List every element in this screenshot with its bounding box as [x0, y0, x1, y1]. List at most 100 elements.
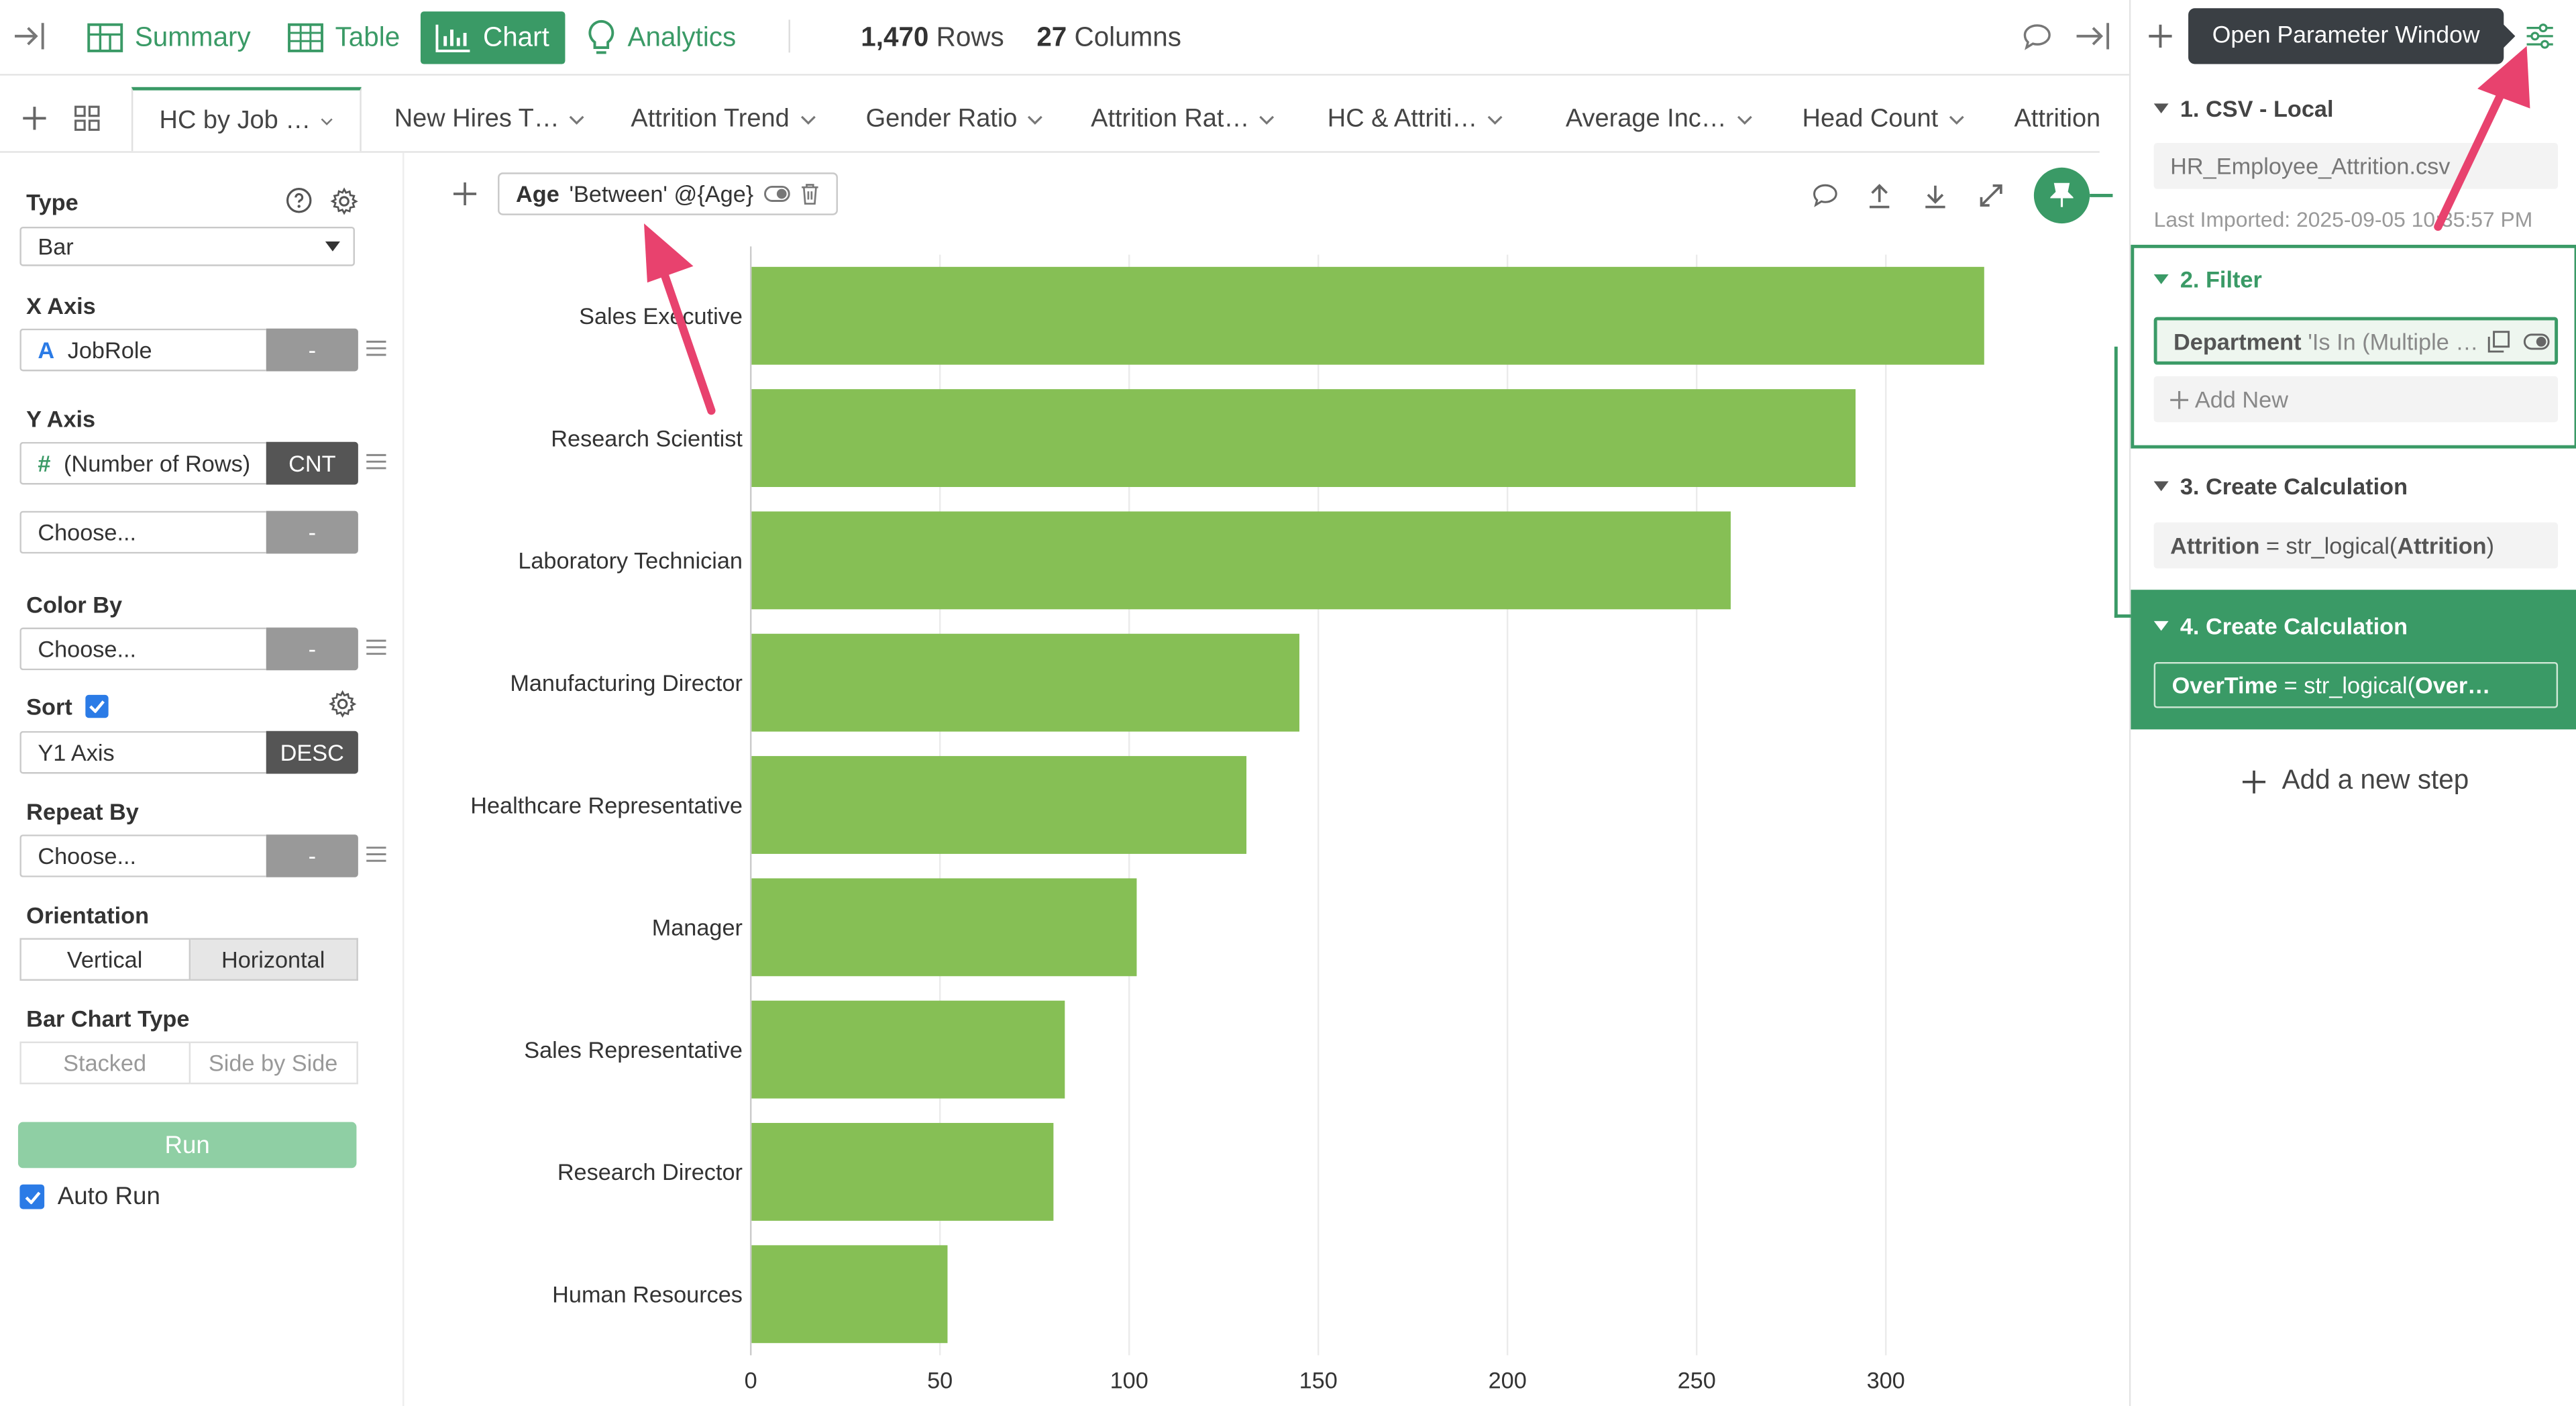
y2-axis-field[interactable]: Choose... -	[19, 510, 358, 554]
auto-run-label: Auto Run	[57, 1183, 160, 1211]
x-axis-menu-icon[interactable]	[366, 340, 386, 356]
type-settings-icon[interactable]	[330, 187, 358, 215]
sort-checkbox[interactable]	[85, 694, 109, 718]
chart-tab[interactable]: Average Inc…	[1540, 87, 1779, 152]
y-tick-label: Manufacturing Director	[510, 671, 743, 696]
step-3-header[interactable]: 3. Create Calculation	[2153, 473, 2408, 499]
x-axis-field[interactable]: A JobRole -	[19, 328, 358, 372]
chart-tab[interactable]: New Hires T…	[368, 87, 612, 152]
step-4-header[interactable]: 4. Create Calculation	[2153, 612, 2408, 639]
chart-tab[interactable]: Gender Ratio	[839, 87, 1069, 152]
y2-aggregation-button[interactable]: -	[266, 510, 358, 554]
add-tab-icon[interactable]	[21, 105, 48, 131]
chevron-down-icon[interactable]	[1027, 115, 1043, 125]
help-icon[interactable]	[286, 187, 312, 213]
run-button[interactable]: Run	[17, 1122, 357, 1169]
x-tick-label: 150	[1299, 1368, 1338, 1393]
add-new-filter-button[interactable]: Add New	[2153, 376, 2559, 423]
y2-axis-placeholder: Choose...	[38, 519, 137, 546]
toggle-visibility-icon[interactable]	[763, 185, 790, 202]
pin-connector-line	[2090, 193, 2113, 197]
y-axis-field[interactable]: # (Number of Rows) CNT	[19, 441, 358, 485]
filter-condition: 'Between' @{Age}	[569, 180, 754, 207]
sort-label: Sort	[26, 693, 72, 720]
repeat-by-menu-icon[interactable]	[366, 846, 386, 862]
collapse-caret-icon	[2153, 481, 2169, 492]
y-tick-label: Healthcare Representative	[470, 793, 743, 818]
color-by-menu-icon[interactable]	[366, 639, 386, 655]
bar	[751, 266, 1984, 365]
chevron-down-icon[interactable]	[1259, 115, 1275, 125]
chart-label: Chart	[483, 22, 549, 52]
collapse-left-icon[interactable]	[13, 21, 46, 51]
add-filter-icon[interactable]	[453, 182, 477, 206]
stacked-button[interactable]: Stacked	[19, 1041, 190, 1085]
sort-order-button[interactable]: DESC	[266, 731, 358, 774]
pin-button[interactable]	[2033, 167, 2090, 224]
bar-type-toggle: Stacked Side by Side	[19, 1041, 358, 1085]
color-by-field[interactable]: Choose... -	[19, 627, 358, 671]
orientation-horizontal-button[interactable]: Horizontal	[189, 938, 358, 981]
step-4-formula[interactable]: OverTime = str_logical(Over…	[2153, 661, 2559, 708]
step-2-header[interactable]: 2. Filter	[2153, 266, 2262, 292]
auto-run-checkbox[interactable]	[19, 1184, 45, 1209]
chart-tab[interactable]: Attrition Rat…	[1065, 87, 1302, 152]
copy-icon[interactable]	[2487, 329, 2510, 352]
y-axis-aggregation-button[interactable]: CNT	[266, 441, 358, 485]
summary-view-button[interactable]: Summary	[72, 11, 266, 64]
y-axis-menu-icon[interactable]	[366, 453, 386, 470]
side-by-side-button[interactable]: Side by Side	[189, 1041, 358, 1085]
chevron-down-icon[interactable]	[1948, 115, 1964, 125]
chart-type-select[interactable]: Bar	[19, 226, 355, 266]
chart-icon	[435, 24, 470, 52]
upload-icon[interactable]	[1866, 182, 1892, 209]
toolbar-divider	[788, 19, 790, 53]
sort-settings-icon[interactable]	[329, 690, 357, 718]
chart-tab[interactable]: Attrition Trend	[604, 87, 842, 152]
chevron-down-icon[interactable]	[321, 116, 333, 126]
table-view-button[interactable]: Table	[273, 11, 415, 64]
step-1-header[interactable]: 1. CSV - Local	[2153, 95, 2333, 121]
age-filter-pill[interactable]: Age 'Between' @{Age}	[498, 172, 838, 215]
bar	[751, 389, 1856, 487]
x-tick-label: 200	[1489, 1368, 1527, 1393]
tab-label: Head Count	[1802, 105, 1939, 133]
trash-icon[interactable]	[800, 182, 819, 205]
chart-tab[interactable]: Attrition	[1988, 87, 2099, 152]
x-axis-value: JobRole	[67, 337, 152, 364]
chevron-down-icon[interactable]	[1736, 115, 1752, 125]
department-filter-chip[interactable]: Department 'Is In (Multiple …	[2153, 317, 2559, 365]
tab-label: Attrition Trend	[631, 105, 790, 133]
chart-view-button[interactable]: Chart	[420, 11, 566, 64]
add-step-plus-icon[interactable]	[2147, 23, 2174, 49]
chevron-down-icon[interactable]	[799, 115, 815, 125]
chart-comment-icon[interactable]	[1812, 182, 1838, 209]
repeat-by-field[interactable]: Choose... -	[19, 834, 358, 877]
add-new-step-button[interactable]: Add a new step	[2242, 765, 2469, 797]
chart-tab[interactable]: HC & Attriti…	[1301, 87, 1530, 152]
chevron-down-icon[interactable]	[1487, 115, 1503, 125]
repeat-by-value: Choose...	[38, 843, 137, 869]
x-axis-aggregation-button[interactable]: -	[266, 328, 358, 372]
color-by-aggregation-button[interactable]: -	[266, 627, 358, 671]
repeat-by-aggregation-button[interactable]: -	[266, 834, 358, 877]
chart-tab[interactable]: HC by Job …	[131, 87, 362, 152]
step-4-card	[2131, 590, 2576, 730]
chart-tab[interactable]: Head Count	[1776, 87, 1990, 152]
orientation-vertical-button[interactable]: Vertical	[19, 938, 190, 981]
collapse-right-icon[interactable]	[2075, 21, 2111, 51]
step-3-formula[interactable]: Attrition = str_logical(Attrition)	[2153, 522, 2559, 569]
chevron-down-icon[interactable]	[570, 115, 586, 125]
pin-icon	[2050, 182, 2074, 207]
comment-icon[interactable]	[2023, 23, 2052, 51]
bar	[751, 878, 1137, 977]
analytics-view-button[interactable]: Analytics	[572, 11, 751, 64]
sort-field[interactable]: Y1 Axis DESC	[19, 731, 358, 774]
download-icon[interactable]	[1922, 182, 1948, 209]
expand-icon[interactable]	[1978, 182, 2004, 209]
grid-view-icon[interactable]	[74, 105, 100, 131]
y-tick-label: Manager	[652, 916, 743, 941]
orientation-label: Orientation	[26, 902, 150, 928]
filter-field: Age	[515, 180, 559, 207]
toggle-visibility-icon[interactable]	[2523, 333, 2550, 349]
